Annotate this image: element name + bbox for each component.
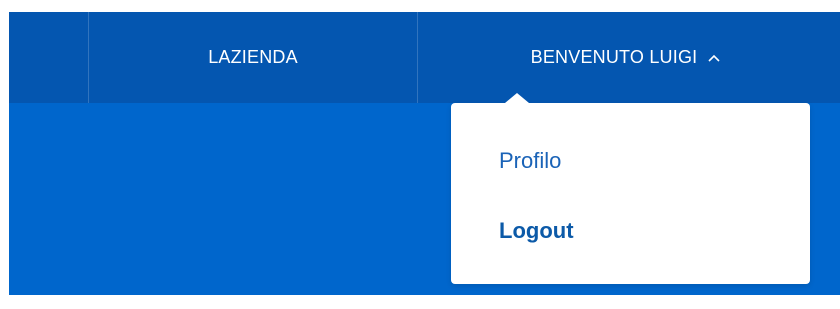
menu-item-logout[interactable]: Logout — [499, 218, 574, 244]
nav-item-label: LAZIENDA — [208, 47, 298, 67]
user-dropdown-menu: Profilo Logout — [451, 93, 810, 284]
menu-item-profilo[interactable]: Profilo — [499, 148, 561, 174]
user-menu-toggle[interactable]: BENVENUTO LUIGI — [418, 12, 840, 103]
nav-item-lazienda[interactable]: LAZIENDA — [89, 12, 417, 103]
top-navbar: LAZIENDA BENVENUTO LUIGI — [9, 12, 840, 103]
dropdown-caret — [505, 93, 529, 103]
chevron-up-icon — [707, 51, 721, 65]
user-greeting-label: BENVENUTO LUIGI — [530, 47, 698, 67]
